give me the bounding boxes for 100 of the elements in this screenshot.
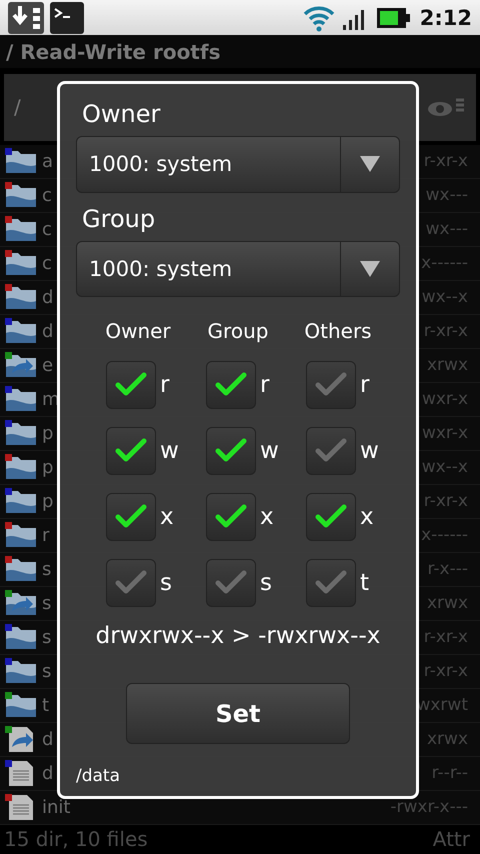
file-name: d: [42, 320, 54, 342]
file-permissions: wx--x: [422, 457, 468, 478]
permission-letter: w: [260, 438, 279, 464]
permission-checkbox[interactable]: [106, 427, 156, 476]
check-icon: [215, 570, 247, 596]
folder-icon: [4, 691, 38, 720]
check-icon: [215, 504, 247, 530]
permission-letter: r: [360, 372, 370, 398]
owner-label: Owner: [82, 100, 162, 128]
file-permissions: xrwx: [426, 593, 468, 614]
folder-icon: [4, 657, 38, 686]
group-dropdown[interactable]: 1000: system: [76, 240, 400, 298]
file-permissions: r-xr-x: [424, 321, 468, 342]
file-name: a: [42, 150, 54, 172]
file-permissions: wx---: [426, 185, 468, 206]
file-name: s: [42, 558, 52, 580]
permission-checkbox[interactable]: [106, 493, 156, 542]
permission-letter: x: [260, 504, 274, 530]
file-name: c: [42, 184, 52, 206]
folder-icon: [4, 147, 38, 176]
file-name: r: [42, 524, 50, 546]
file-permissions: wx---: [426, 219, 468, 240]
screen-title: / Read-Write rootfs: [6, 40, 220, 64]
file-name: d: [42, 762, 54, 784]
file-count: 15 dir, 10 files: [4, 827, 148, 852]
file-permissions: r-xr-x: [424, 627, 468, 648]
permission-checkbox[interactable]: [206, 361, 256, 410]
permission-letter: s: [160, 570, 172, 596]
folder-icon: [4, 215, 38, 244]
folder-icon: [4, 555, 38, 584]
permission-checkbox[interactable]: [306, 559, 356, 608]
folder-icon: [4, 453, 38, 482]
folder-link-icon: [4, 589, 38, 618]
check-icon: [315, 504, 347, 530]
permission-letter: w: [160, 438, 179, 464]
battery-icon: [376, 6, 410, 28]
owner-dropdown[interactable]: 1000: system: [76, 136, 400, 193]
folder-icon: [4, 419, 38, 448]
check-icon: [315, 570, 347, 596]
folder-icon: [4, 283, 38, 312]
check-icon: [315, 438, 347, 464]
permission-letter: w: [360, 438, 379, 464]
check-icon: [115, 372, 147, 398]
file-permissions: xrwx: [426, 729, 468, 750]
permission-letter: x: [160, 504, 174, 530]
file-name: p: [42, 490, 54, 512]
folder-icon: [4, 385, 38, 414]
check-icon: [215, 372, 247, 398]
file-name: s: [42, 626, 52, 648]
permission-checkbox[interactable]: [206, 559, 256, 608]
permission-letter: x: [360, 504, 374, 530]
permission-checkbox[interactable]: [206, 493, 256, 542]
permission-letter: t: [360, 570, 370, 596]
file-name: s: [42, 592, 52, 614]
file-permissions: r-xr-x: [424, 661, 468, 682]
folder-link-icon: [4, 351, 38, 380]
permission-letter: r: [160, 372, 170, 398]
file-name: p: [42, 422, 54, 444]
file-name: d: [42, 286, 54, 308]
folder-icon: [4, 487, 38, 516]
check-icon: [315, 372, 347, 398]
file-permissions: -rwxr-x---: [390, 797, 468, 818]
file-permissions: x------: [421, 253, 468, 274]
group-label: Group: [82, 204, 156, 233]
permission-checkbox[interactable]: [306, 361, 356, 410]
permission-letter: s: [260, 570, 272, 596]
file-name: p: [42, 456, 54, 478]
folder-icon: [4, 623, 38, 652]
file-permissions: xrwx: [426, 355, 468, 376]
dropdown-arrow-icon: [359, 260, 381, 278]
permission-checkbox[interactable]: [206, 427, 256, 476]
folder-icon: [4, 181, 38, 210]
check-icon: [115, 570, 147, 596]
folder-icon: [4, 521, 38, 550]
dropdown-arrow-icon: [359, 155, 381, 174]
file-name: e: [42, 354, 54, 376]
file-name: init: [42, 796, 70, 818]
clock: 2:12: [420, 6, 472, 30]
file-permissions: x------: [421, 525, 468, 546]
permission-checkbox[interactable]: [306, 427, 356, 476]
file-name: c: [42, 218, 52, 240]
file-permissions: wxr-x: [422, 389, 468, 410]
check-icon: [215, 438, 247, 464]
target-path: /data: [76, 766, 122, 786]
permission-checkbox[interactable]: [106, 559, 156, 608]
permission-checkbox[interactable]: [306, 493, 356, 542]
check-icon: [115, 438, 147, 464]
check-icon: [115, 504, 147, 530]
file-permissions: r--r--: [432, 763, 468, 784]
file-permissions: wxrwt: [416, 695, 468, 716]
file-permissions: wxr-x: [422, 423, 468, 444]
file-permissions: r-x---: [428, 559, 468, 580]
file-permissions: r-xr-x: [424, 151, 468, 172]
permission-change: drwxrwx--x > -rwxrwx--x: [94, 623, 382, 650]
mode-label: Attr: [432, 827, 470, 852]
column-heading: Others: [303, 319, 373, 344]
terminal-icon: [50, 2, 84, 34]
download-icon: [8, 2, 44, 34]
permission-checkbox[interactable]: [106, 361, 156, 410]
set-button[interactable]: Set: [126, 683, 350, 744]
